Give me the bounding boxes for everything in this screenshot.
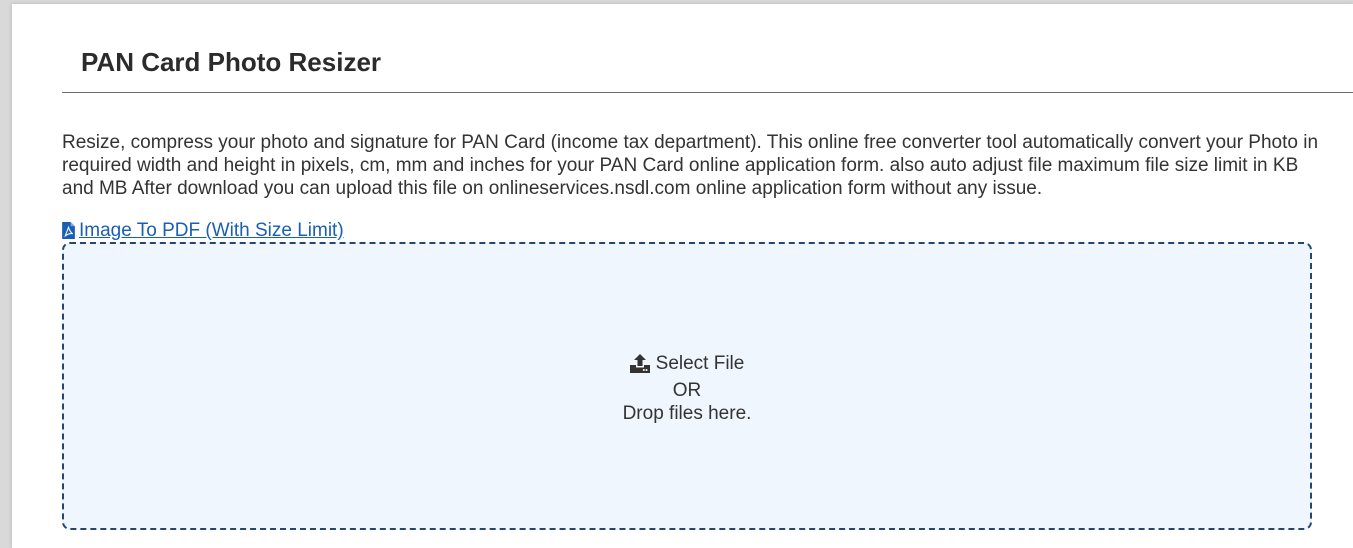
or-separator: OR [672,380,702,401]
file-dropzone[interactable]: Select File OR Drop files here. [62,242,1312,530]
page-header: PAN Card Photo Resizer [62,4,1353,93]
drop-files-label: Drop files here. [622,403,752,424]
select-file-button[interactable]: Select File [629,352,745,375]
tool-description: Resize, compress your photo and signatur… [62,132,1319,199]
image-to-pdf-link-label: Image To PDF (With Size Limit) [79,220,344,241]
upload-icon [629,354,650,373]
select-file-label: Select File [655,353,745,374]
page-container: PAN Card Photo Resizer Resize, compress … [12,4,1353,548]
page-title: PAN Card Photo Resizer [81,47,382,77]
dropzone-content: Select File OR Drop files here. [64,352,1310,425]
image-to-pdf-link[interactable]: Image To PDF (With Size Limit) [62,219,344,242]
file-pdf-icon [62,222,75,239]
